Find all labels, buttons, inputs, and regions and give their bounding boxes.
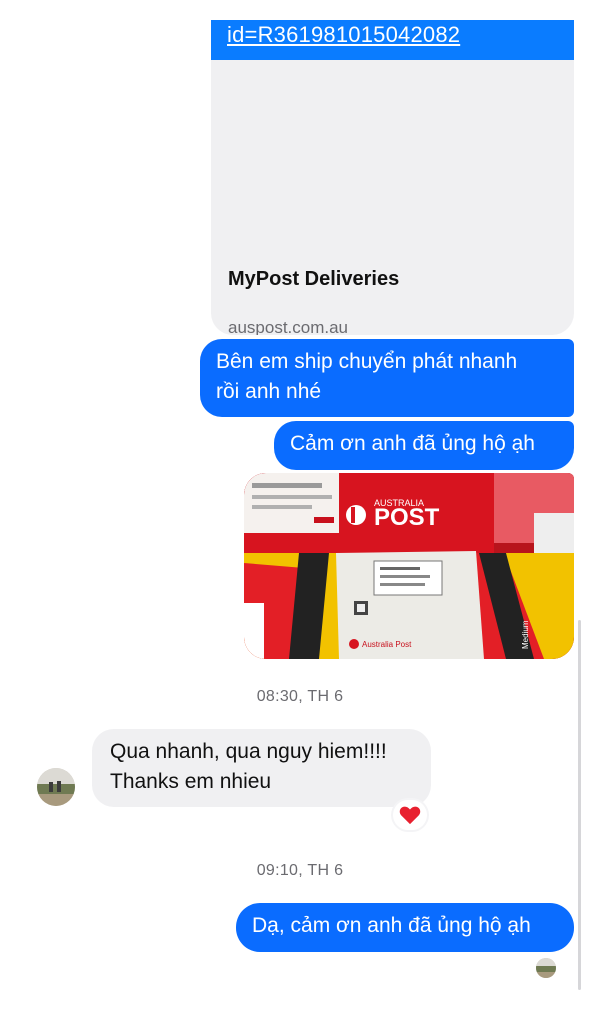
message-line: Qua nhanh, qua nguy hiem!!!! — [110, 740, 387, 763]
timestamp: 08:30, TH 6 — [256, 688, 344, 705]
photo-brand-main: POST — [374, 504, 440, 531]
chat-screen: id=R361981015042082 MyPost Deliveries au… — [0, 0, 600, 1013]
reaction-badge[interactable] — [393, 800, 427, 830]
scrollbar[interactable] — [578, 620, 581, 990]
message-line: Bên em ship chuyển phát nhanh — [216, 350, 518, 373]
link-url[interactable]: id=R361981015042082 — [227, 22, 460, 48]
message-line: Thanks em nhieu — [110, 770, 272, 793]
message-bubble-outgoing[interactable]: Bên em ship chuyển phát nhanh rồi anh nh… — [200, 339, 574, 417]
photo-parcel-label: Australia Post — [362, 640, 412, 649]
link-preview-domain: auspost.com.au — [228, 318, 349, 335]
message-text: Cảm ơn anh đã ủng hộ ạh — [290, 432, 535, 455]
photo-size-label: Medium — [521, 620, 530, 649]
message-bubble-outgoing[interactable]: Cảm ơn anh đã ủng hộ ạh — [274, 421, 574, 470]
link-preview-title: MyPost Deliveries — [228, 268, 400, 290]
heart-icon — [399, 806, 421, 825]
timestamp: 09:10, TH 6 — [256, 862, 344, 879]
photo-message[interactable]: AUSTRALIA POST Australia Post Medium — [244, 473, 574, 659]
parcel-photo: AUSTRALIA POST Australia Post Medium — [244, 473, 574, 659]
avatar-photo — [37, 768, 75, 806]
contact-avatar[interactable] — [37, 768, 75, 806]
message-text: Dạ, cảm ơn anh đã ủng hộ ạh — [252, 914, 531, 937]
message-bubble-outgoing[interactable]: Dạ, cảm ơn anh đã ủng hộ ạh — [236, 903, 574, 952]
message-bubble-incoming[interactable]: Qua nhanh, qua nguy hiem!!!! Thanks em n… — [92, 729, 431, 807]
link-url-strip[interactable]: id=R361981015042082 — [211, 20, 574, 60]
avatar-photo — [536, 958, 556, 978]
seen-avatar — [536, 958, 556, 978]
link-preview-card[interactable]: id=R361981015042082 MyPost Deliveries au… — [211, 20, 574, 335]
message-line: rồi anh nhé — [216, 380, 322, 403]
